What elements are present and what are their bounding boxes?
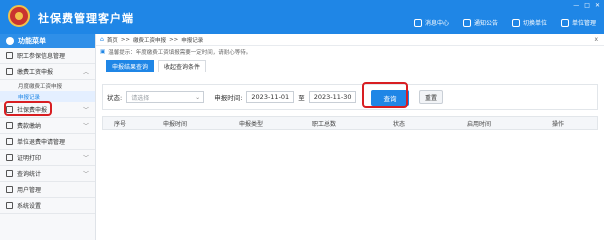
sidebar-header: 功能菜单 [0, 34, 95, 48]
nav-unit-management[interactable]: 单位管理 [560, 18, 596, 27]
person-card-icon [6, 52, 13, 59]
nav-label: 单位管理 [571, 20, 596, 27]
notice-icon [462, 18, 471, 27]
form-icon [6, 68, 13, 75]
close-icon[interactable]: ✕ [595, 2, 600, 9]
sidebar: 功能菜单 职工参保信息管理 缴费工资申报 ︿ 月度缴费工资申报 申报记录 社保费… [0, 34, 96, 240]
sidebar-item-employee-insurance[interactable]: 职工参保信息管理 [0, 48, 95, 64]
tax-emblem-icon [8, 5, 30, 27]
maximize-icon[interactable]: □ [584, 2, 590, 9]
nav-switch-unit[interactable]: 切换单位 [511, 18, 547, 27]
main-content: ⌂ 首页 >> 缴费工资申报 >> 申报记录 x ▣ 温馨提示：年度缴费工资填报… [96, 34, 604, 240]
column-header: 状态 [392, 120, 405, 128]
print-icon [6, 154, 13, 161]
tip-text: 温馨提示：年度缴费工资填报需要一定时间，请耐心等待。 [108, 50, 252, 56]
declare-icon [6, 106, 13, 113]
tip-bar: ▣ 温馨提示：年度缴费工资填报需要一定时间，请耐心等待。 [96, 46, 604, 58]
status-label: 状态: [107, 94, 123, 102]
refund-icon [6, 138, 13, 145]
sidebar-item-label: 社保费申报 [17, 107, 48, 114]
sidebar-item-certificate-print[interactable]: 证明打印 ﹀ [0, 150, 95, 166]
sidebar-item-label: 查询统计 [17, 171, 42, 178]
gear-icon [6, 202, 13, 209]
info-icon: ▣ [100, 49, 106, 55]
sidebar-item-payment[interactable]: 费款缴纳 ﹀ [0, 118, 95, 134]
chevron-up-icon: ︿ [82, 69, 89, 76]
sidebar-item-system-settings[interactable]: 系统设置 [0, 198, 95, 214]
breadcrumb-home[interactable]: 首页 [107, 36, 118, 44]
payment-icon [6, 122, 13, 129]
chevron-down-icon: ⌄ [195, 93, 201, 101]
home-icon: ⌂ [100, 36, 104, 43]
query-button[interactable]: 查询 [371, 90, 409, 106]
sidebar-item-wage-declaration[interactable]: 缴费工资申报 ︿ [0, 64, 95, 80]
breadcrumb-sep: >> [169, 36, 179, 43]
column-header: 序号 [113, 120, 126, 128]
tab-query-results[interactable]: 申报结果查询 [106, 60, 155, 72]
switch-icon [511, 18, 520, 27]
sidebar-item-query-stats[interactable]: 查询统计 ﹀ [0, 166, 95, 182]
sidebar-item-label: 职工参保信息管理 [17, 53, 66, 60]
sidebar-item-label: 缴费工资申报 [17, 69, 54, 76]
date-from-input[interactable]: 2023-11-01 [246, 91, 295, 103]
sidebar-subitem-declaration-records[interactable]: 申报记录 [0, 91, 95, 102]
sidebar-item-refund[interactable]: 单位退费申请管理 [0, 134, 95, 150]
sidebar-subitem-monthly-declaration[interactable]: 月度缴费工资申报 [0, 80, 95, 91]
chevron-down-icon: ﹀ [82, 107, 89, 114]
nav-label: 切换单位 [522, 20, 547, 27]
sidebar-title: 功能菜单 [18, 37, 46, 45]
chevron-down-icon: ﹀ [82, 123, 89, 130]
nav-label: 通知公告 [473, 20, 498, 27]
sidebar-item-user-management[interactable]: 用户管理 [0, 182, 95, 198]
sidebar-item-label: 用户管理 [17, 187, 42, 194]
user-icon [6, 186, 13, 193]
minimize-icon[interactable]: — [573, 2, 579, 9]
tab-collapse-conditions[interactable]: 收起查询条件 [158, 60, 207, 72]
date-separator: 至 [298, 94, 305, 102]
nav-message-center[interactable]: 消息中心 [413, 18, 449, 27]
sidebar-item-label: 系统设置 [17, 203, 42, 210]
close-tab-icon[interactable]: x [594, 36, 598, 43]
column-header: 启用时间 [466, 120, 491, 128]
stats-icon [6, 170, 13, 177]
sidebar-item-social-security-declaration[interactable]: 社保费申报 ﹀ [0, 102, 95, 118]
column-header: 操作 [551, 120, 564, 128]
column-header: 申报类型 [238, 120, 263, 128]
filter-bar: 状态: 请选择 ⌄ 申报时间: 2023-11-01 至 2023-11-30 … [102, 84, 598, 110]
app-header: 社保费管理客户端 — □ ✕ 消息中心 通知公告 切换单位 单位管理 [0, 0, 604, 34]
tab-bar: 申报结果查询 收起查询条件 [96, 58, 604, 72]
chevron-down-icon: ﹀ [82, 171, 89, 178]
date-to-input[interactable]: 2023-11-30 [308, 91, 357, 103]
breadcrumb-sep: >> [120, 36, 131, 43]
app-title: 社保费管理客户端 [38, 12, 134, 25]
top-nav: 消息中心 通知公告 切换单位 单位管理 [413, 18, 596, 27]
sidebar-item-label: 单位退费申请管理 [17, 139, 66, 146]
nav-label: 消息中心 [424, 20, 449, 27]
breadcrumb-current: 申报记录 [181, 37, 204, 44]
chevron-down-icon: ﹀ [82, 155, 89, 162]
window-controls: — □ ✕ [573, 2, 600, 9]
status-select[interactable]: 请选择 ⌄ [126, 91, 205, 103]
breadcrumb-parent[interactable]: 缴费工资申报 [133, 36, 166, 44]
menu-icon [6, 37, 14, 45]
date-label: 申报时间: [214, 94, 243, 102]
results-table: 序号 申报时间 申报类型 职工总数 状态 启用时间 操作 [102, 116, 598, 130]
column-header: 职工总数 [311, 120, 336, 128]
sidebar-item-label: 证明打印 [17, 155, 42, 162]
status-placeholder: 请选择 [131, 94, 150, 102]
sidebar-item-label: 费款缴纳 [17, 123, 42, 130]
breadcrumb: ⌂ 首页 >> 缴费工资申报 >> 申报记录 x [96, 34, 604, 46]
org-icon [560, 18, 569, 27]
nav-notices[interactable]: 通知公告 [462, 18, 498, 27]
reset-button[interactable]: 重置 [419, 90, 443, 104]
bell-icon [413, 18, 422, 27]
table-header: 序号 申报时间 申报类型 职工总数 状态 启用时间 操作 [102, 116, 598, 130]
column-header: 申报时间 [162, 120, 187, 128]
